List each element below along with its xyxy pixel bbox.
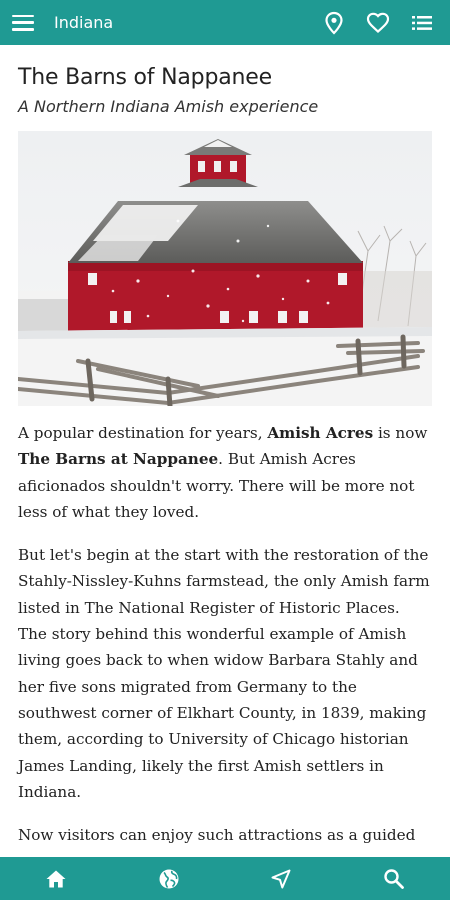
article-paragraph-3: Now visitors can enjoy such attractions … [18,826,416,845]
heart-icon[interactable] [356,0,400,45]
barns-at-nappanee-bold: The Barns at Nappanee [18,450,219,469]
article-paragraph-2: But let's begin at the start with the re… [18,546,430,801]
paragraph-text: A popular destination for years, [18,424,268,442]
location-pin-icon[interactable] [312,0,356,45]
app-title: Indiana [54,13,114,32]
article-content[interactable]: The Barns of Nappanee A Northern Indiana… [0,45,450,857]
paragraph-text: is now [373,424,428,442]
top-app-bar: Indiana [0,0,450,45]
amish-acres-bold: Amish Acres [267,424,374,442]
search-icon[interactable] [366,857,422,900]
navigation-arrow-icon[interactable] [253,857,309,900]
barn-photo [18,131,432,406]
article-title: The Barns of Nappanee [18,65,272,90]
article-paragraph-1: A popular destination for years, Amish A… [18,420,432,525]
home-icon[interactable] [28,857,84,900]
menu-icon[interactable] [12,14,34,31]
article-subtitle: A Northern Indiana Amish experience [18,97,319,116]
bottom-nav [0,857,450,900]
globe-icon[interactable] [141,857,197,900]
list-icon[interactable] [400,0,444,45]
